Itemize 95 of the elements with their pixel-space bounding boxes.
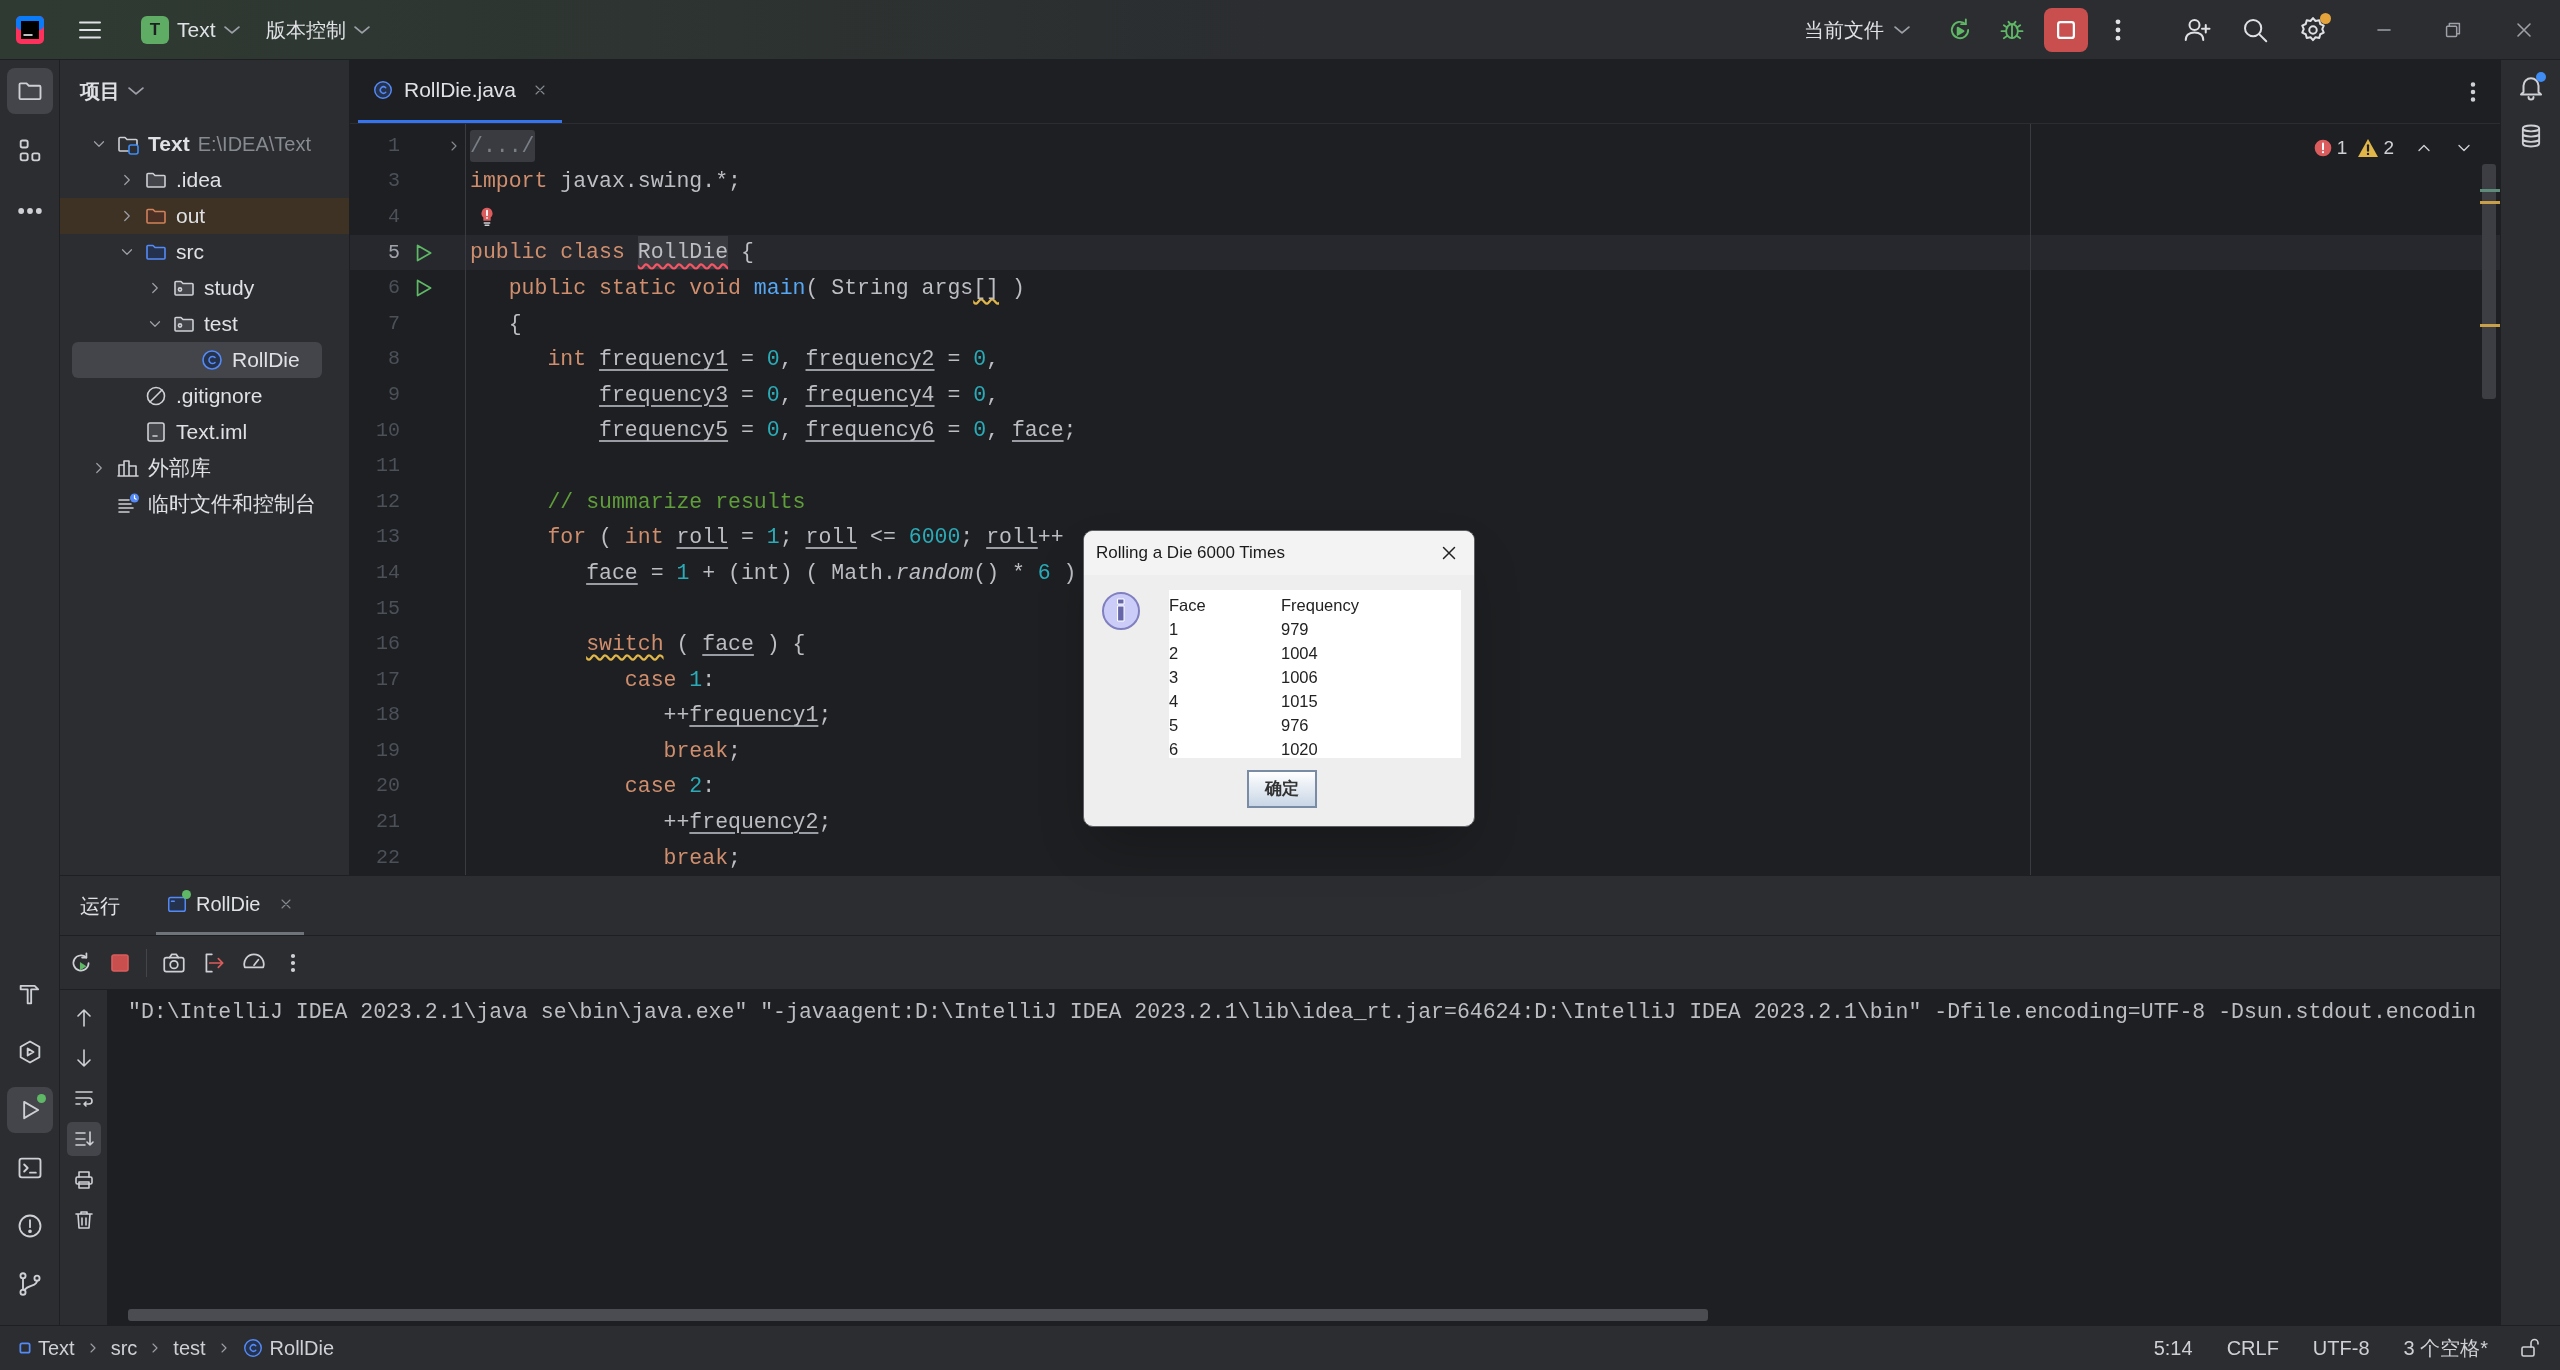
tree-item[interactable]: test [72, 306, 250, 342]
class-icon [241, 1337, 264, 1359]
scroll-to-end-button[interactable] [66, 1122, 101, 1156]
module-file-icon [144, 420, 168, 444]
project-badge: T [141, 15, 169, 44]
breadcrumb[interactable]: test [173, 1333, 206, 1363]
code-line: face = 1 + (int) ( Math.random() * 6 ) [585, 559, 1077, 587]
code-line: break; [662, 844, 741, 872]
status-item[interactable]: UTF-8 [2312, 1333, 2370, 1363]
ignore-file-icon [144, 384, 168, 408]
app-logo-icon[interactable] [15, 14, 45, 45]
project-path: E:\IDEA\Text [197, 132, 311, 157]
editor-tab[interactable]: RollDie.java [358, 60, 563, 123]
code-line: public class RollDie { [465, 236, 754, 269]
caret-icon [353, 24, 370, 35]
scratch-files-icon [116, 492, 140, 516]
class-icon [372, 79, 394, 101]
tree-item[interactable]: .gitignore [72, 378, 275, 414]
run-tool-button[interactable] [6, 1087, 53, 1133]
run-config-label: 当前文件 [1804, 17, 1884, 43]
project-view-selector[interactable]: 项目 [80, 76, 144, 106]
dialog-title: Rolling a Die 6000 Times [1096, 542, 1285, 565]
code-line: switch ( face ) { [585, 631, 806, 658]
code-line: case 2: [623, 773, 716, 801]
horizontal-scrollbar-thumb[interactable] [128, 1309, 1708, 1321]
run-config-selector[interactable]: 当前文件 [1798, 9, 1916, 50]
breadcrumb[interactable]: src [110, 1333, 138, 1363]
module-icon [18, 1341, 32, 1355]
more-icon [17, 208, 42, 214]
frequency-cell-text: 1004 [1281, 643, 1319, 664]
warning-marker [2480, 201, 2500, 204]
warning-icon [2357, 138, 2380, 159]
face-cell-text: Face [1169, 595, 1207, 616]
caret-icon [223, 24, 240, 35]
vcs-label: 版本控制 [265, 17, 346, 43]
code-line: frequency5 = 0, frequency6 = 0, face; [598, 417, 1077, 445]
code-line: { [507, 310, 522, 338]
panel-title: 运行 [80, 893, 120, 919]
face-cell-text: 2 [1169, 643, 1180, 664]
face-cell-text: 3 [1169, 667, 1180, 688]
face-cell-text: 4 [1169, 691, 1180, 712]
run-tab[interactable]: RollDie [156, 876, 305, 935]
code-line: break; [662, 737, 741, 765]
project-tool-button[interactable] [6, 68, 53, 114]
tree-item[interactable]: 外部库 [72, 450, 223, 486]
frequency-cell-text: Frequency [1281, 595, 1360, 616]
ok-button[interactable]: 确定 [1247, 770, 1317, 808]
tree-item[interactable]: .idea [72, 162, 234, 198]
frequency-cell-text: 1020 [1281, 739, 1319, 760]
breadcrumb[interactable]: RollDie [241, 1333, 335, 1363]
code-line: case 1: [623, 666, 716, 694]
error-count[interactable]: 1 [2312, 134, 2348, 163]
tree-item[interactable]: Text.iml [72, 414, 260, 450]
face-cell-text: 5 [1169, 715, 1180, 736]
tree-item[interactable]: src [72, 234, 216, 270]
error-icon [2312, 138, 2333, 159]
tree-item[interactable]: Text E:\IDEA\Text [72, 126, 323, 162]
change-marker [2480, 189, 2500, 192]
code-line: ++frequency2; [662, 808, 832, 836]
project-name: Text [177, 16, 216, 43]
results-text-area[interactable]: Face Frequency 1 979 2 1004 3 1006 4 1015 5 976 6 1020 [1169, 590, 1461, 758]
code-line: frequency3 = 0, frequency4 = 0, [598, 381, 1000, 409]
warning-count[interactable]: 2 [2357, 134, 2394, 163]
code-line: for ( int roll = 1; roll <= 6000; roll++ [546, 524, 1064, 552]
caret-icon [128, 86, 144, 96]
class-icon [200, 348, 224, 372]
code-line: import javax.swing.*; [469, 168, 741, 196]
tree-item[interactable]: 临时文件和控制台 [72, 486, 328, 522]
code-line: // summarize results [546, 488, 806, 516]
stop-button[interactable] [2044, 7, 2088, 52]
frequency-cell-text: 1015 [1281, 691, 1319, 712]
caret-icon [1894, 24, 1910, 35]
tree-item[interactable]: study [72, 270, 267, 306]
status-item[interactable]: 3 个空格* [2403, 1333, 2488, 1363]
breadcrumb[interactable]: Text [18, 1333, 75, 1363]
frequency-cell-text: 1006 [1281, 667, 1319, 688]
vcs-widget[interactable]: 版本控制 [259, 9, 376, 50]
line-number: 5 [387, 239, 400, 266]
project-widget[interactable]: T Text [135, 9, 246, 50]
code-line: ++frequency1; [662, 702, 832, 730]
face-cell-text: 1 [1169, 619, 1180, 640]
code-line: public static void main( String args[] ) [507, 275, 1025, 303]
tree-item[interactable]: RollDie [72, 342, 322, 378]
face-cell-text: 6 [1169, 739, 1180, 760]
lock-icon[interactable] [2518, 1336, 2542, 1360]
code-line: int frequency1 = 0, frequency2 = 0, [546, 346, 1000, 374]
status-item[interactable]: 5:14 [2153, 1333, 2193, 1363]
frequency-cell-text: 976 [1281, 715, 1310, 736]
stop-icon [2057, 20, 2075, 39]
scrollbar-thumb[interactable] [2482, 164, 2496, 399]
frequency-cell-text: 979 [1281, 619, 1310, 640]
info-icon [1100, 590, 1142, 632]
status-item[interactable]: CRLF [2226, 1333, 2279, 1363]
warning-marker [2480, 324, 2500, 327]
console-output: "D:\IntelliJ IDEA 2023.2.1\java se\bin\java.exe" "-javaagent:D:\IntelliJ IDEA 2023.2.1\lib\idea_rt.jar=64624:D:\IntelliJ IDEA 2023.2.1\bin" -Dfile.encoding=UTF-8 -Dsun.stdout.encodin [128, 999, 2477, 1026]
